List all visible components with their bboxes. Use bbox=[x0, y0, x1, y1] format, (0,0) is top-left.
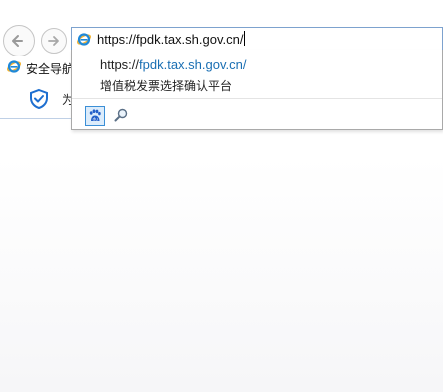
address-suggestions-dropdown: https://fpdk.tax.sh.gov.cn/ 增值税发票选择确认平台 … bbox=[71, 50, 443, 130]
shield-icon[interactable] bbox=[28, 88, 50, 115]
address-bar[interactable]: https://fpdk.tax.sh.gov.cn/ bbox=[71, 27, 443, 51]
svg-text:du: du bbox=[93, 117, 99, 122]
suggestion-url[interactable]: https://fpdk.tax.sh.gov.cn/ bbox=[100, 57, 246, 72]
search-provider-baidu[interactable]: du bbox=[85, 106, 105, 126]
favorites-item-label: 安全导航 bbox=[26, 62, 75, 76]
ie-logo-icon bbox=[6, 58, 22, 79]
magnifier-icon[interactable] bbox=[113, 107, 129, 128]
back-arrow-icon bbox=[12, 35, 23, 47]
baidu-paw-icon: du bbox=[89, 109, 101, 122]
text-caret bbox=[244, 31, 246, 46]
forward-button[interactable] bbox=[41, 28, 67, 54]
dropdown-divider bbox=[72, 98, 442, 99]
favorites-item-safe-nav[interactable]: 安全导航 bbox=[6, 58, 74, 79]
back-button[interactable] bbox=[3, 25, 35, 57]
url-text: https://fpdk.tax.sh.gov.cn/ bbox=[97, 31, 246, 47]
ie-logo-icon bbox=[76, 31, 92, 52]
url-value: https://fpdk.tax.sh.gov.cn/ bbox=[97, 32, 244, 47]
forward-arrow-icon bbox=[48, 36, 59, 46]
suggestion-title[interactable]: 增值税发票选择确认平台 bbox=[100, 77, 232, 94]
suggestion-url-prefix: https:// bbox=[100, 57, 140, 72]
suggestion-url-host: fpdk.tax.sh.gov.cn/ bbox=[139, 57, 247, 72]
